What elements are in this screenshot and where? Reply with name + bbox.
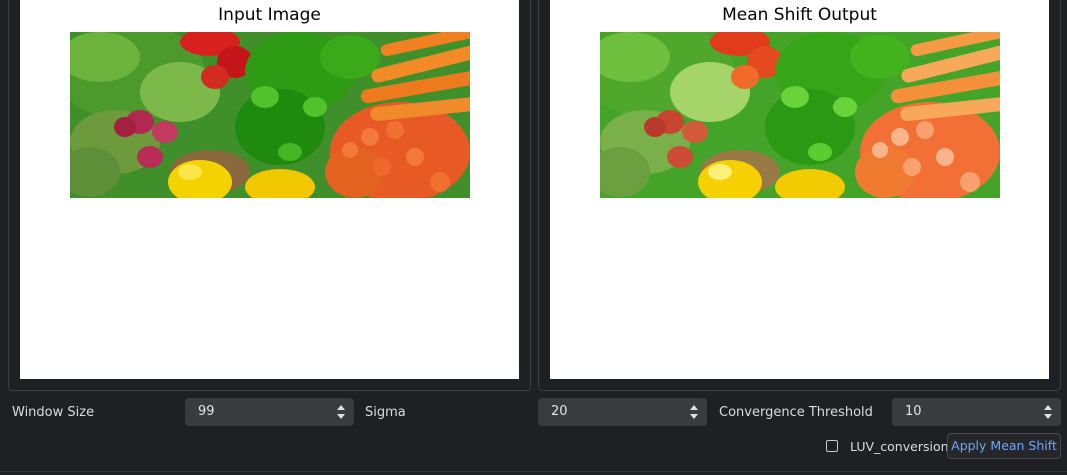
input-image-title: Input Image: [218, 5, 321, 25]
spin-arrows-icon[interactable]: [336, 402, 346, 422]
convergence-threshold-value: 10: [905, 404, 922, 419]
apply-mean-shift-button[interactable]: Apply Mean Shift: [947, 433, 1061, 459]
spin-arrows-icon[interactable]: [1043, 402, 1053, 422]
sigma-spinbox[interactable]: 20: [538, 398, 707, 426]
convergence-threshold-label: Convergence Threshold: [719, 405, 873, 420]
sigma-label: Sigma: [365, 405, 406, 420]
sigma-value: 20: [551, 404, 568, 419]
input-vegetables-image: [70, 32, 470, 198]
window-size-label: Window Size: [12, 405, 95, 420]
output-image-title: Mean Shift Output: [722, 5, 877, 25]
mean-shift-output-image: [600, 32, 1000, 198]
window-size-value: 99: [198, 404, 215, 419]
input-image-canvas: Input Image: [20, 0, 519, 379]
spin-arrows-icon[interactable]: [689, 402, 699, 422]
window-size-spinbox[interactable]: 99: [185, 398, 354, 426]
convergence-threshold-spinbox[interactable]: 10: [892, 398, 1061, 426]
luv-conversion-label[interactable]: LUV_conversion: [850, 439, 949, 454]
luv-conversion-checkbox[interactable]: [826, 440, 838, 452]
input-image-group: Input Image: [8, 0, 531, 391]
output-image-group: Mean Shift Output: [538, 0, 1061, 391]
output-image-canvas: Mean Shift Output: [550, 0, 1049, 379]
bottom-divider: [0, 471, 1067, 472]
